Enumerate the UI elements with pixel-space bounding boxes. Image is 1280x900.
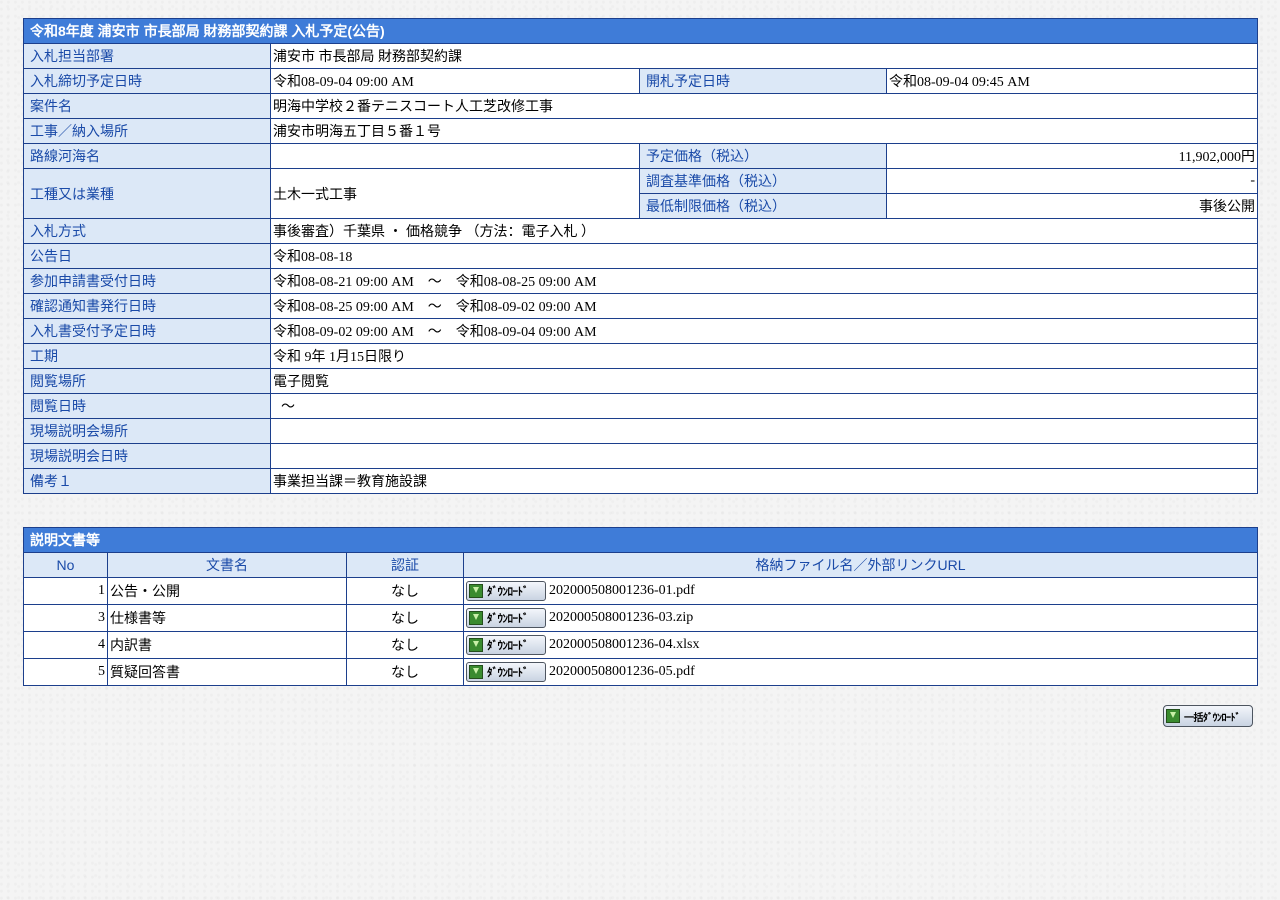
col-file-header: 格納ファイル名／外部リンクURL	[463, 552, 1258, 578]
download-button[interactable]: ﾀﾞｳﾝﾛｰﾄﾞ	[466, 635, 546, 655]
case-name-value: 明海中学校２番テニスコート人工芝改修工事	[269, 93, 1259, 119]
download-button-label: ﾀﾞｳﾝﾛｰﾄﾞ	[487, 640, 529, 652]
download-icon	[469, 665, 483, 679]
view-datetime-value: ～	[269, 393, 1259, 419]
min-price-label: 最低制限価格（税込）	[639, 193, 887, 219]
table-row: 3 仕様書等 なし ﾀﾞｳﾝﾛｰﾄﾞ 202000508001236-03.zip	[23, 604, 1258, 632]
confirm-period-value: 令和08-08-25 09:00 AM ～ 令和08-09-02 09:00 A…	[269, 293, 1259, 319]
deadline-value: 令和08-09-04 09:00 AM	[270, 68, 640, 94]
doc-no: 5	[23, 658, 108, 686]
col-no-header: No	[23, 552, 108, 578]
opening-value: 令和08-09-04 09:45 AM	[885, 68, 1259, 94]
download-button[interactable]: ﾀﾞｳﾝﾛｰﾄﾞ	[466, 608, 546, 628]
work-type-label: 工種又は業種	[23, 168, 271, 219]
doc-file-cell: ﾀﾞｳﾝﾛｰﾄﾞ 202000508001236-04.xlsx	[463, 631, 1258, 659]
location-label: 工事／納入場所	[23, 118, 271, 144]
doc-auth: なし	[346, 658, 464, 686]
doc-no: 3	[23, 604, 108, 632]
col-auth-header: 認証	[346, 552, 464, 578]
doc-file-cell: ﾀﾞｳﾝﾛｰﾄﾞ 202000508001236-01.pdf	[463, 577, 1258, 605]
download-icon	[469, 611, 483, 625]
download-button[interactable]: ﾀﾞｳﾝﾛｰﾄﾞ	[466, 581, 546, 601]
announce-date-label: 公告日	[23, 243, 271, 269]
term-label: 工期	[23, 343, 271, 369]
doc-no: 1	[23, 577, 108, 605]
view-datetime-label: 閲覧日時	[23, 393, 271, 419]
download-icon	[469, 638, 483, 652]
bid-method-value: 事後審査）千葉県 ・ 価格競争 （方法：電子入札 ）	[269, 218, 1259, 244]
announce-date-value: 令和08-08-18	[269, 243, 1259, 269]
documents-table: 説明文書等 No 文書名 認証 格納ファイル名／外部リンクURL 1 公告・公開…	[23, 527, 1258, 686]
confirm-period-label: 確認通知書発行日時	[23, 293, 271, 319]
min-price-value: 事後公開	[885, 193, 1259, 219]
doc-name: 質疑回答書	[107, 658, 347, 686]
route-value	[270, 143, 640, 169]
download-button-label: ﾀﾞｳﾝﾛｰﾄﾞ	[487, 586, 529, 598]
table-row: 1 公告・公開 なし ﾀﾞｳﾝﾛｰﾄﾞ 202000508001236-01.pd…	[23, 577, 1258, 605]
planned-price-label: 予定価格（税込）	[639, 143, 887, 169]
doc-auth: なし	[346, 577, 464, 605]
planned-price-value: 11,902,000円	[885, 143, 1259, 169]
doc-filename: 202000508001236-04.xlsx	[549, 637, 700, 652]
deadline-label: 入札締切予定日時	[23, 68, 271, 94]
table-row: 4 内訳書 なし ﾀﾞｳﾝﾛｰﾄﾞ 202000508001236-04.xlsx	[23, 631, 1258, 659]
apply-period-value: 令和08-08-21 09:00 AM ～ 令和08-08-25 09:00 A…	[269, 268, 1259, 294]
doc-name: 公告・公開	[107, 577, 347, 605]
view-place-label: 閲覧場所	[23, 368, 271, 394]
page-title: 令和8年度 浦安市 市長部局 財務部契約課 入札予定(公告)	[22, 18, 1259, 44]
site-place-label: 現場説明会場所	[23, 418, 271, 444]
doc-filename: 202000508001236-01.pdf	[549, 583, 695, 598]
route-label: 路線河海名	[23, 143, 271, 169]
term-value: 令和 9年 1月15日限り	[269, 343, 1259, 369]
site-datetime-label: 現場説明会日時	[23, 443, 271, 469]
documents-title: 説明文書等	[23, 527, 1258, 553]
location-value: 浦安市明海五丁目５番１号	[269, 118, 1259, 144]
doc-name: 内訳書	[107, 631, 347, 659]
download-icon	[469, 584, 483, 598]
site-place-value	[269, 418, 1259, 444]
bid-receipt-period-label: 入札書受付予定日時	[23, 318, 271, 344]
doc-auth: なし	[346, 604, 464, 632]
opening-label: 開札予定日時	[639, 68, 887, 94]
doc-filename: 202000508001236-05.pdf	[549, 664, 695, 679]
download-button-label: ﾀﾞｳﾝﾛｰﾄﾞ	[487, 613, 529, 625]
download-icon	[1166, 709, 1180, 723]
bid-method-label: 入札方式	[23, 218, 271, 244]
doc-file-cell: ﾀﾞｳﾝﾛｰﾄﾞ 202000508001236-03.zip	[463, 604, 1258, 632]
bulk-download-label: 一括ﾀﾞｳﾝﾛｰﾄﾞ	[1184, 713, 1241, 724]
bulk-download-button[interactable]: 一括ﾀﾞｳﾝﾛｰﾄﾞ	[1163, 705, 1253, 727]
survey-price-value: -	[885, 168, 1259, 194]
remarks-value: 事業担当課＝教育施設課	[269, 468, 1259, 494]
site-datetime-value	[269, 443, 1259, 469]
col-docname-header: 文書名	[107, 552, 347, 578]
work-type-value: 土木一式工事	[270, 168, 640, 219]
download-button[interactable]: ﾀﾞｳﾝﾛｰﾄﾞ	[466, 662, 546, 682]
remarks-label: 備考１	[23, 468, 271, 494]
bid-receipt-period-value: 令和08-09-02 09:00 AM ～ 令和08-09-04 09:00 A…	[269, 318, 1259, 344]
download-button-label: ﾀﾞｳﾝﾛｰﾄﾞ	[487, 667, 529, 679]
survey-price-label: 調査基準価格（税込）	[639, 168, 887, 194]
bid-info-table: 令和8年度 浦安市 市長部局 財務部契約課 入札予定(公告) 入札担当部署 浦安…	[22, 18, 1259, 494]
case-name-label: 案件名	[23, 93, 271, 119]
doc-filename: 202000508001236-03.zip	[549, 610, 694, 625]
dept-value: 浦安市 市長部局 財務部契約課	[269, 43, 1259, 69]
apply-period-label: 参加申請書受付日時	[23, 268, 271, 294]
doc-name: 仕様書等	[107, 604, 347, 632]
doc-auth: なし	[346, 631, 464, 659]
view-place-value: 電子閲覧	[269, 368, 1259, 394]
dept-label: 入札担当部署	[23, 43, 271, 69]
table-row: 5 質疑回答書 なし ﾀﾞｳﾝﾛｰﾄﾞ 202000508001236-05.pd…	[23, 658, 1258, 686]
doc-file-cell: ﾀﾞｳﾝﾛｰﾄﾞ 202000508001236-05.pdf	[463, 658, 1258, 686]
doc-no: 4	[23, 631, 108, 659]
